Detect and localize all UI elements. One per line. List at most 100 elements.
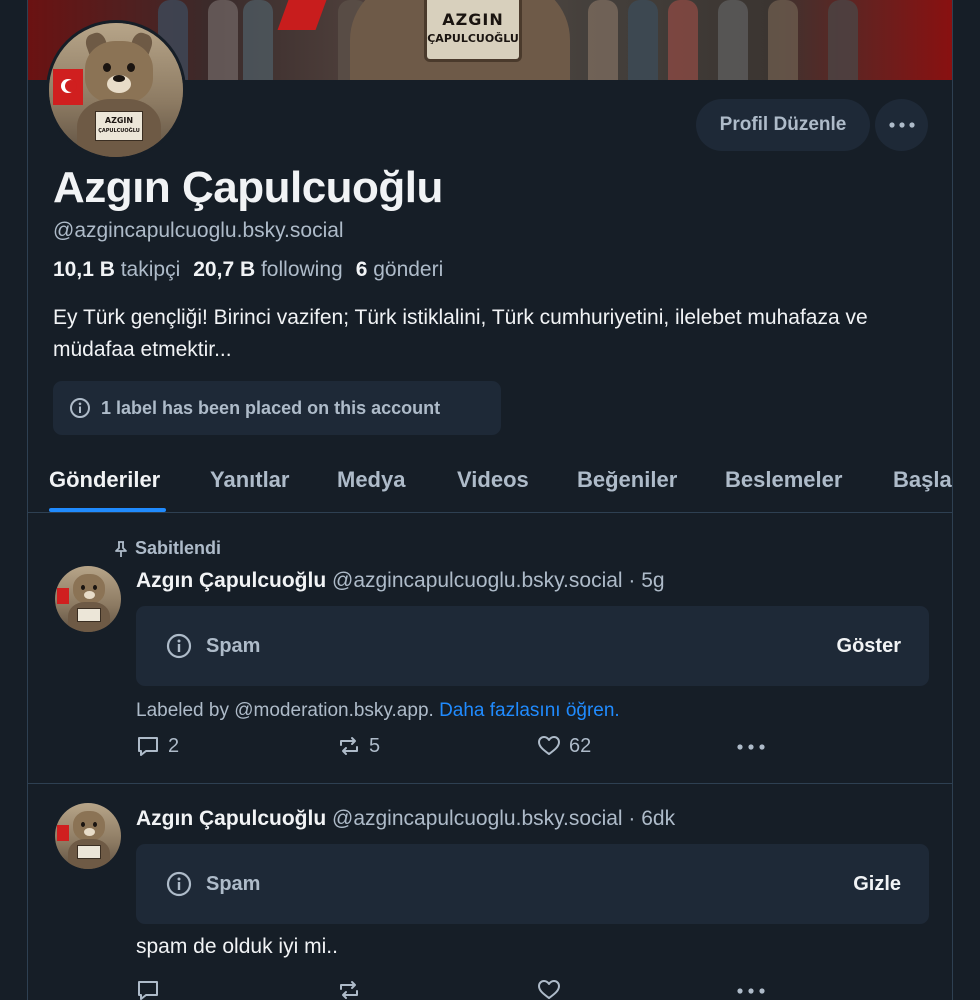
avatar-eye bbox=[127, 63, 135, 72]
avatar-nose bbox=[113, 75, 125, 82]
content-warning[interactable]: Spam Göster bbox=[136, 606, 929, 686]
post-avatar[interactable] bbox=[55, 566, 121, 632]
content-warning[interactable]: Spam Gizle bbox=[136, 844, 929, 924]
display-name: Azgın Çapulcuoğlu bbox=[53, 163, 443, 212]
reply-button[interactable] bbox=[136, 978, 160, 1000]
reply-button[interactable]: 2 bbox=[136, 734, 179, 758]
tab-replies[interactable]: Yanıtlar bbox=[210, 467, 289, 493]
info-icon bbox=[166, 871, 192, 897]
followers-label: takipçi bbox=[120, 258, 181, 281]
more-icon bbox=[737, 744, 765, 750]
avatar-snout bbox=[84, 828, 95, 836]
hide-content-button[interactable]: Gizle bbox=[853, 844, 901, 924]
post-more-button[interactable] bbox=[737, 988, 765, 994]
banner-figure bbox=[208, 0, 238, 80]
banner-figure bbox=[828, 0, 858, 80]
feed-post[interactable]: Azgın Çapulcuoğlu @azgincapulcuoglu.bsky… bbox=[28, 785, 952, 1000]
avatar-face bbox=[85, 41, 153, 103]
banner-figure bbox=[628, 0, 658, 80]
like-button[interactable]: 62 bbox=[537, 734, 591, 758]
avatar-snout bbox=[84, 591, 95, 599]
repost-icon bbox=[340, 737, 358, 755]
avatar-eye bbox=[81, 822, 85, 827]
banner-figure bbox=[668, 0, 698, 80]
avatar-face bbox=[73, 811, 105, 841]
avatar-sign bbox=[77, 608, 101, 622]
post-handle[interactable]: @azgincapulcuoglu.bsky.social bbox=[332, 569, 623, 592]
account-label-notice[interactable]: 1 label has been placed on this account bbox=[53, 381, 501, 435]
banner-figure bbox=[768, 0, 798, 80]
more-icon bbox=[888, 122, 915, 128]
profile-stats: 10,1 B takipçi 20,7 B following 6 gönder… bbox=[53, 258, 443, 282]
tab-starter-packs[interactable]: Başla bbox=[893, 467, 952, 493]
avatar-sign bbox=[77, 845, 101, 859]
edit-profile-button[interactable]: Profil Düzenle bbox=[696, 99, 870, 151]
info-icon bbox=[70, 398, 90, 418]
repost-button[interactable] bbox=[337, 978, 361, 1000]
avatar-flag bbox=[57, 588, 69, 604]
posts-count: 6 bbox=[355, 258, 368, 281]
profile-tabs: Gönderiler Yanıtlar Medya Videos Beğenil… bbox=[28, 455, 952, 513]
warning-label: Spam bbox=[166, 844, 260, 924]
post-more-button[interactable] bbox=[737, 744, 765, 750]
banner-figure bbox=[243, 0, 273, 80]
repost-icon bbox=[340, 981, 358, 999]
banner-sign: AZGIN ÇAPULCUOĞLU bbox=[424, 0, 522, 62]
avatar-sign: AZGIN ÇAPULCUOĞLU bbox=[95, 111, 143, 141]
like-icon bbox=[538, 736, 560, 755]
more-icon bbox=[737, 988, 765, 994]
warning-label-text: Spam bbox=[206, 872, 261, 895]
following-label: following bbox=[260, 258, 343, 281]
label-notice-text: 1 label has been placed on this account bbox=[101, 397, 441, 418]
like-icon bbox=[538, 980, 560, 999]
reply-icon bbox=[138, 737, 158, 756]
tab-likes[interactable]: Beğeniler bbox=[577, 467, 677, 493]
posts-stat: 6 gönderi bbox=[356, 258, 444, 282]
avatar-flag bbox=[53, 69, 83, 105]
avatar-eye bbox=[81, 585, 85, 590]
post-author[interactable]: Azgın Çapulcuoğlu bbox=[136, 807, 326, 830]
avatar-eye bbox=[103, 63, 111, 72]
banner-figure bbox=[718, 0, 748, 80]
post-author[interactable]: Azgın Çapulcuoğlu bbox=[136, 569, 326, 592]
posts-label: gönderi bbox=[373, 258, 444, 281]
info-icon bbox=[166, 633, 192, 659]
repost-count: 5 bbox=[369, 734, 381, 757]
learn-more-link[interactable]: Daha fazlasını öğren. bbox=[439, 700, 620, 721]
post-avatar[interactable] bbox=[55, 803, 121, 869]
followers-stat[interactable]: 10,1 B takipçi bbox=[53, 258, 180, 282]
labeled-by-label: Labeled by @moderation.bsky.app. bbox=[136, 700, 434, 721]
warning-label-text: Spam bbox=[206, 634, 261, 657]
tab-media[interactable]: Medya bbox=[337, 467, 405, 493]
following-stat[interactable]: 20,7 B following bbox=[193, 258, 342, 282]
banner-flag bbox=[277, 0, 327, 30]
avatar-sign-line2: ÇAPULCUOĞLU bbox=[98, 128, 140, 134]
profile-bio: Ey Türk gençliği! Birinci vazifen; Türk … bbox=[53, 306, 868, 361]
like-count: 62 bbox=[569, 734, 592, 757]
avatar-flag bbox=[57, 825, 69, 841]
profile-column: AZGIN ÇAPULCUOĞLU AZGIN ÇAPULCUOĞLU Prof… bbox=[27, 0, 953, 1000]
post-header: Azgın Çapulcuoğlu @azgincapulcuoglu.bsky… bbox=[136, 569, 665, 593]
following-count: 20,7 B bbox=[193, 258, 256, 281]
show-content-button[interactable]: Göster bbox=[837, 606, 901, 686]
reply-count: 2 bbox=[168, 734, 180, 757]
pin-icon bbox=[115, 540, 127, 557]
avatar-sign-line1: AZGIN bbox=[104, 116, 134, 125]
avatar-eye bbox=[93, 822, 97, 827]
tab-posts[interactable]: Gönderiler bbox=[49, 467, 160, 493]
feed-post[interactable]: Sabitlendi Azgın Çapulcuoğlu @azgincapul… bbox=[28, 514, 952, 784]
profile-avatar[interactable]: AZGIN ÇAPULCUOĞLU bbox=[46, 20, 186, 160]
tab-videos[interactable]: Videos bbox=[457, 467, 529, 493]
post-time[interactable]: · 5g bbox=[623, 569, 664, 592]
like-button[interactable] bbox=[537, 978, 561, 1000]
active-tab-indicator bbox=[49, 508, 166, 512]
reply-icon bbox=[138, 981, 158, 1000]
post-handle[interactable]: @azgincapulcuoglu.bsky.social bbox=[332, 807, 623, 830]
tab-feeds[interactable]: Beslemeler bbox=[725, 467, 842, 493]
repost-button[interactable]: 5 bbox=[337, 734, 380, 758]
post-time[interactable]: · 6dk bbox=[623, 807, 675, 830]
more-options-button[interactable] bbox=[875, 99, 928, 151]
banner-sign-line2: ÇAPULCUOĞLU bbox=[427, 32, 519, 45]
warning-label: Spam bbox=[166, 606, 260, 686]
profile-handle: @azgincapulcuoglu.bsky.social bbox=[53, 219, 344, 242]
